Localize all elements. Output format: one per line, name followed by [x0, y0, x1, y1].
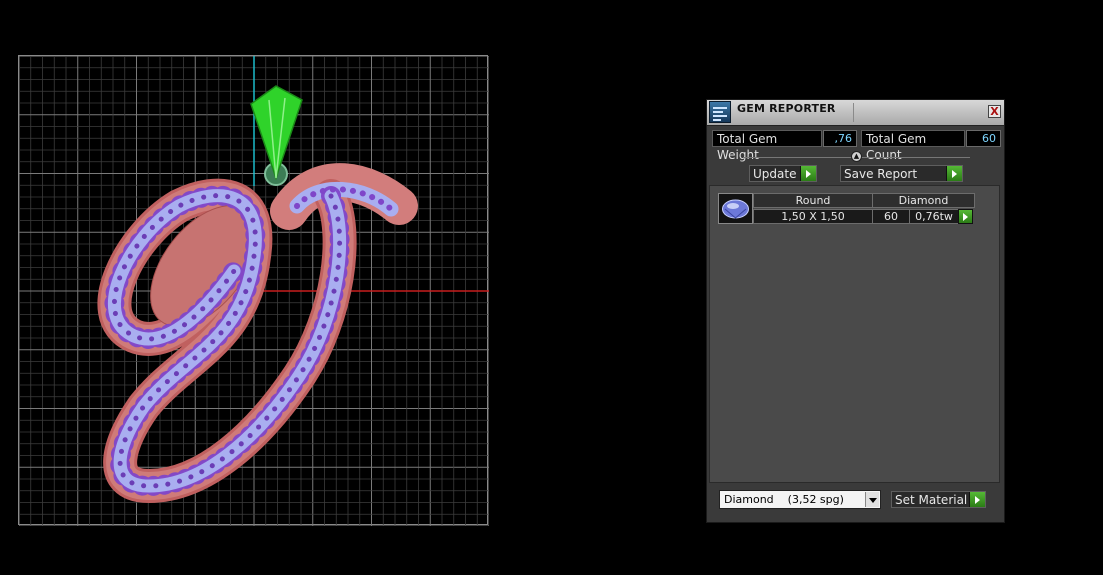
total-gem-weight-value: ,76	[823, 130, 857, 147]
panel-titlebar[interactable]: GEM REPORTER X	[707, 100, 1004, 126]
model-scene[interactable]	[19, 56, 489, 526]
close-icon[interactable]: X	[988, 105, 1001, 118]
save-report-button-label: Save Report	[844, 167, 918, 181]
gem-weight-cell: 0,76tw	[909, 209, 959, 224]
set-material-button-label: Set Material	[895, 493, 968, 507]
3d-viewport[interactable]	[18, 55, 489, 526]
round-gem-icon[interactable]	[718, 193, 753, 224]
collapse-icon[interactable]: ▲	[851, 151, 862, 162]
gem-list: Round Diamond 1,50 X 1,50 60 0,76tw	[709, 185, 1000, 483]
save-report-button[interactable]: Save Report	[840, 165, 963, 182]
gem-reporter-panel: GEM REPORTER X Total Gem Weight ,76 Tota…	[706, 99, 1005, 523]
update-button[interactable]: Update	[749, 165, 817, 182]
material-dropdown[interactable]: Diamond (3,52 spg)	[719, 490, 881, 509]
material-selected-value: Diamond (3,52 spg)	[724, 493, 844, 506]
set-material-button[interactable]: Set Material	[891, 491, 986, 508]
material-header: Diamond	[872, 193, 975, 208]
arrow-right-icon	[946, 166, 962, 181]
pendant-model[interactable]	[97, 85, 418, 503]
arrow-right-icon	[800, 166, 816, 181]
arrow-right-icon[interactable]	[958, 209, 973, 224]
dropdown-arrow-icon[interactable]	[865, 492, 879, 507]
total-gem-count-value: 60	[966, 130, 1001, 147]
arrow-right-icon	[969, 492, 985, 507]
shape-header: Round	[753, 193, 873, 208]
panel-title: GEM REPORTER	[737, 102, 836, 115]
total-gem-weight-label: Total Gem Weight	[712, 130, 822, 162]
gem-size-cell: 1,50 X 1,50	[753, 209, 873, 224]
bail-model[interactable]	[250, 85, 303, 181]
gem-count-cell: 60	[872, 209, 910, 224]
total-gem-count-label: Total Gem Count	[861, 130, 965, 162]
gem-reporter-icon	[709, 101, 731, 123]
update-button-label: Update	[753, 167, 797, 181]
title-separator	[853, 103, 854, 122]
